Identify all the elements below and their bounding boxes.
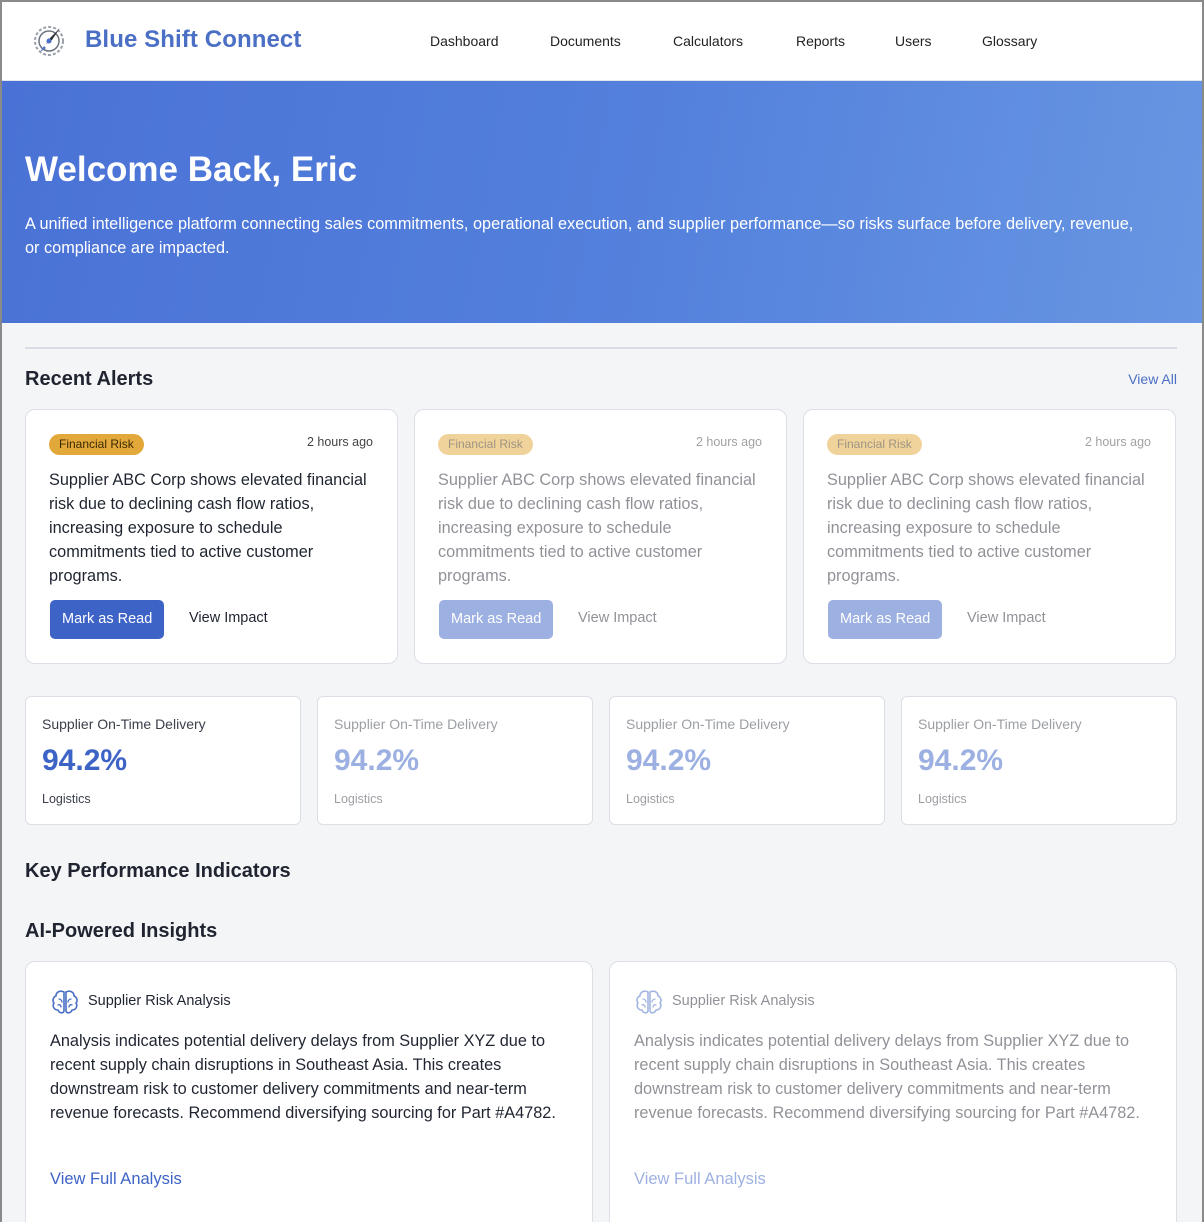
view-full-analysis-link[interactable]: View Full Analysis [634, 1170, 766, 1189]
insight-card: Supplier Risk Analysis Analysis indicate… [25, 961, 593, 1222]
nav-dashboard[interactable]: Dashboard [430, 33, 499, 49]
metric-value: 94.2% [334, 744, 420, 777]
alert-card: Financial Risk 2 hours ago Supplier ABC … [803, 409, 1176, 664]
metric-label: Supplier On-Time Delivery [918, 716, 1082, 732]
metric-value: 94.2% [626, 744, 712, 777]
mark-as-read-button[interactable]: Mark as Read [828, 600, 943, 639]
welcome-heading: Welcome Back, Eric [25, 150, 358, 189]
alert-timestamp: 2 hours ago [1084, 435, 1151, 449]
metric-category: Logistics [42, 792, 91, 806]
nav-reports[interactable]: Reports [796, 33, 845, 49]
view-full-analysis-link[interactable]: View Full Analysis [50, 1170, 182, 1189]
alert-message: Supplier ABC Corp shows elevated financi… [827, 471, 1145, 585]
hero-description: A unified intelligence platform connecti… [25, 215, 1134, 257]
metric-value: 94.2% [918, 744, 1004, 777]
view-all-alerts-link[interactable]: View All [1128, 371, 1177, 387]
metric-card: Supplier On-Time Delivery 94.2% Logistic… [317, 696, 593, 825]
view-impact-link[interactable]: View Impact [189, 610, 268, 626]
insight-title: Supplier Risk Analysis [88, 993, 231, 1009]
mark-as-read-button[interactable]: Mark as Read [439, 600, 554, 639]
metric-category: Logistics [334, 792, 383, 806]
insight-body: Analysis indicates potential delivery de… [50, 1032, 556, 1122]
view-impact-link[interactable]: View Impact [967, 610, 1046, 626]
alert-message: Supplier ABC Corp shows elevated financi… [49, 471, 367, 585]
metric-card: Supplier On-Time Delivery 94.2% Logistic… [25, 696, 301, 825]
alert-timestamp: 2 hours ago [695, 435, 762, 449]
nav-calculators[interactable]: Calculators [673, 33, 743, 49]
metric-card: Supplier On-Time Delivery 94.2% Logistic… [901, 696, 1177, 825]
kpi-heading: Key Performance Indicators [25, 860, 291, 882]
insight-card: Supplier Risk Analysis Analysis indicate… [609, 961, 1177, 1222]
alert-card: Financial Risk 2 hours ago Supplier ABC … [25, 409, 398, 664]
mark-as-read-button[interactable]: Mark as Read [50, 600, 165, 639]
view-impact-link[interactable]: View Impact [578, 610, 657, 626]
metric-value: 94.2% [42, 744, 128, 777]
nav-documents[interactable]: Documents [550, 33, 621, 49]
top-navigation-bar: Blue Shift Connect Dashboard Documents C… [0, 0, 1204, 81]
alert-card: Financial Risk 2 hours ago Supplier ABC … [414, 409, 787, 664]
brain-icon [52, 990, 78, 1014]
alert-message: Supplier ABC Corp shows elevated financi… [438, 471, 756, 585]
recent-alerts-heading: Recent Alerts [25, 368, 154, 390]
financial-risk-badge: Financial Risk [438, 434, 533, 455]
ai-insights-heading: AI-Powered Insights [25, 920, 218, 942]
hero-banner: Welcome Back, Eric A unified intelligenc… [0, 81, 1204, 323]
section-divider [25, 347, 1177, 349]
metric-category: Logistics [626, 792, 675, 806]
main-nav: Dashboard Documents Calculators Reports … [0, 33, 1204, 53]
metric-label: Supplier On-Time Delivery [42, 716, 206, 732]
alert-timestamp: 2 hours ago [306, 435, 373, 449]
metric-label: Supplier On-Time Delivery [334, 716, 498, 732]
metric-card: Supplier On-Time Delivery 94.2% Logistic… [609, 696, 885, 825]
insight-body: Analysis indicates potential delivery de… [634, 1032, 1140, 1122]
metric-category: Logistics [918, 792, 967, 806]
financial-risk-badge: Financial Risk [827, 434, 922, 455]
nav-glossary[interactable]: Glossary [982, 33, 1037, 49]
nav-users[interactable]: Users [895, 33, 932, 49]
brain-icon [636, 990, 662, 1014]
insight-title: Supplier Risk Analysis [672, 993, 815, 1009]
metric-label: Supplier On-Time Delivery [626, 716, 790, 732]
financial-risk-badge: Financial Risk [49, 434, 144, 455]
